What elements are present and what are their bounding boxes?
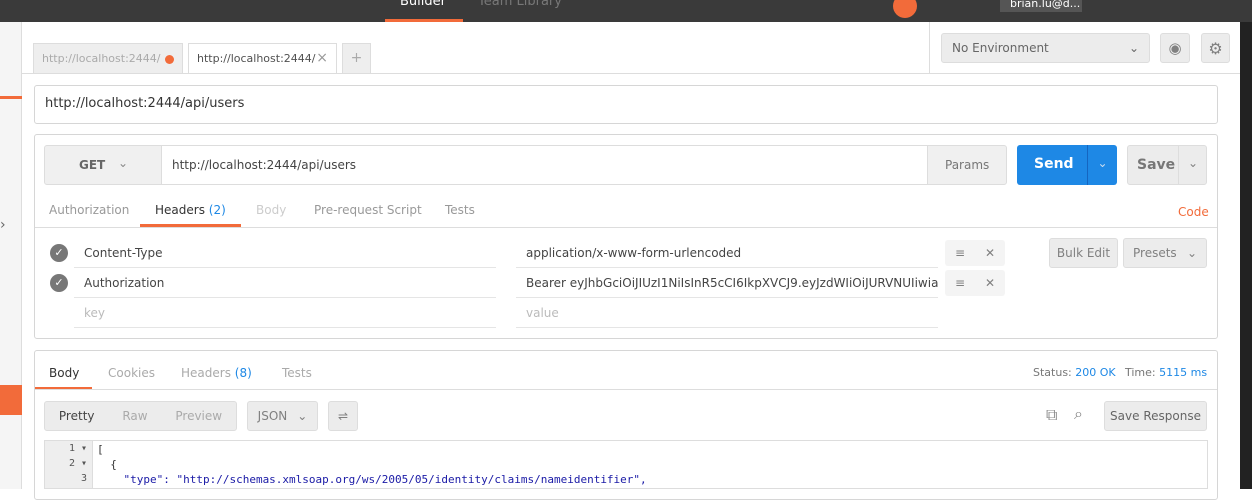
tab-response-body[interactable]: Body (49, 366, 79, 380)
tab-pre-request-script[interactable]: Pre-request Script (314, 203, 422, 217)
header-value[interactable]: Bearer eyJhbGciOiJIUzI1NiIsInR5cCI6IkpXV… (516, 268, 938, 298)
format-select[interactable]: JSON ⌄ (247, 401, 318, 431)
format-value: JSON (257, 409, 288, 423)
eye-icon[interactable]: ◉ (1160, 33, 1190, 63)
header-row-actions: ≡ ✕ (945, 270, 1005, 296)
header-key[interactable]: Authorization (74, 268, 496, 298)
chevron-down-icon[interactable]: ⌄ (1087, 145, 1117, 185)
user-menu[interactable]: brian.lu@d... (1000, 0, 1082, 12)
code-line: [ (97, 443, 104, 456)
divider (35, 389, 1217, 390)
header-row-actions: ≡ ✕ (945, 240, 1005, 266)
request-bar: GET ⌄ http://localhost:2444/api/users Pa… (44, 145, 1007, 185)
new-tab-button[interactable]: + (342, 43, 371, 73)
search-icon[interactable]: ⌕ (1074, 404, 1083, 424)
tab-builder[interactable]: Builder (400, 0, 446, 9)
tab-tests[interactable]: Tests (445, 203, 475, 217)
divider (22, 73, 1240, 74)
checkbox-checked-icon[interactable]: ✓ (50, 274, 68, 292)
tab-label: Headers (181, 366, 231, 380)
expand-icon[interactable]: › (0, 217, 6, 233)
bulk-edit-button[interactable]: Bulk Edit (1049, 238, 1118, 268)
chevron-down-icon[interactable]: ⌄ (1178, 146, 1207, 184)
chevron-down-icon: ⌄ (118, 156, 129, 170)
delete-icon[interactable]: ✕ (985, 246, 995, 260)
headers-count: (2) (208, 203, 226, 217)
tab-label: http://localhost:2444/ (42, 52, 161, 65)
sidebar: › (0, 22, 22, 489)
view-mode-group: Pretty Raw Preview (44, 401, 237, 431)
url-input[interactable]: http://localhost:2444/api/users (161, 146, 928, 184)
chevron-down-icon: ⌄ (1128, 41, 1139, 55)
header-key[interactable]: Content-Type (74, 238, 496, 268)
presets-button[interactable]: Presets ⌄ (1123, 238, 1207, 268)
tab-label: Headers (155, 203, 205, 217)
tab-response-headers[interactable]: Headers (8) (181, 366, 252, 380)
code-line: { (97, 458, 117, 471)
chevron-down-icon: ⌄ (1186, 246, 1197, 260)
copy-icon[interactable]: ⧉ (1046, 405, 1057, 425)
drag-handle-icon[interactable]: ≡ (955, 246, 965, 260)
sidebar-indicator (0, 96, 22, 99)
checkbox-checked-icon[interactable]: ✓ (50, 244, 68, 262)
gear-icon[interactable]: ⚙ (1201, 33, 1230, 63)
time-readout: Time: 5115 ms (1125, 366, 1207, 379)
tab-team-library[interactable]: Team Library (478, 0, 562, 9)
divider (35, 227, 1217, 228)
environment-value: No Environment (952, 41, 1049, 55)
method-select[interactable]: GET (79, 158, 105, 172)
status-label: Status: (1033, 366, 1072, 379)
request-tab[interactable]: http://localhost:2444/ (33, 43, 183, 73)
tab-authorization[interactable]: Authorization (49, 203, 129, 217)
line-number: 3 (80, 473, 87, 484)
tab-body[interactable]: Body (256, 203, 286, 217)
status-value: 200 OK (1075, 366, 1116, 379)
header-value[interactable]: application/x-www-form-urlencoded (516, 238, 938, 268)
send-button[interactable]: Send ⌄ (1017, 145, 1117, 185)
tab-label: http://localhost:2444/ (197, 52, 316, 65)
code-line: "type": "http://schemas.xmlsoap.org/ws/2… (97, 473, 647, 486)
new-key-input[interactable]: key (74, 298, 496, 328)
status-readout: Status: 200 OK (1033, 366, 1116, 379)
save-button[interactable]: Save ⌄ (1127, 145, 1207, 185)
view-raw[interactable]: Raw (122, 409, 147, 423)
time-value: 5115 ms (1159, 366, 1208, 379)
tab-headers[interactable]: Headers (2) (155, 203, 226, 217)
sidebar-active-item[interactable] (0, 385, 22, 415)
top-bar: Builder Team Library brian.lu@d... (0, 0, 1252, 22)
request-title[interactable]: http://localhost:2444/api/users (34, 85, 1218, 124)
wrap-lines-icon[interactable]: ⇌ (328, 401, 358, 431)
view-preview[interactable]: Preview (175, 409, 222, 423)
chevron-down-icon: ⌄ (297, 409, 308, 423)
drag-handle-icon[interactable]: ≡ (955, 276, 965, 290)
environment-select[interactable]: No Environment ⌄ (941, 33, 1150, 63)
close-icon[interactable]: × (316, 50, 328, 66)
time-label: Time: (1125, 366, 1156, 379)
save-response-button[interactable]: Save Response (1104, 401, 1207, 431)
unsaved-dot-icon (165, 55, 174, 64)
code-link[interactable]: Code (1178, 205, 1209, 219)
new-value-input[interactable]: value (516, 298, 938, 328)
line-number: 1 ▾ (68, 443, 87, 454)
line-number: 2 ▾ (68, 458, 87, 469)
params-button[interactable]: Params (945, 158, 989, 172)
delete-icon[interactable]: ✕ (985, 276, 995, 290)
active-tab-indicator (385, 19, 463, 22)
send-label: Send (1034, 156, 1074, 172)
tab-cookies[interactable]: Cookies (108, 366, 155, 380)
headers-count: (8) (234, 366, 252, 380)
divider (929, 22, 930, 73)
save-label: Save (1137, 157, 1176, 173)
presets-label: Presets (1133, 246, 1177, 260)
window-edge (1240, 22, 1252, 489)
sync-icon[interactable] (893, 0, 917, 18)
response-body-editor[interactable]: 1 ▾ 2 ▾ 3 [ { "type": "http://schemas.xm… (44, 440, 1208, 489)
request-tab-active[interactable]: http://localhost:2444/ × (188, 43, 337, 74)
view-pretty[interactable]: Pretty (59, 409, 95, 423)
tab-response-tests[interactable]: Tests (282, 366, 312, 380)
